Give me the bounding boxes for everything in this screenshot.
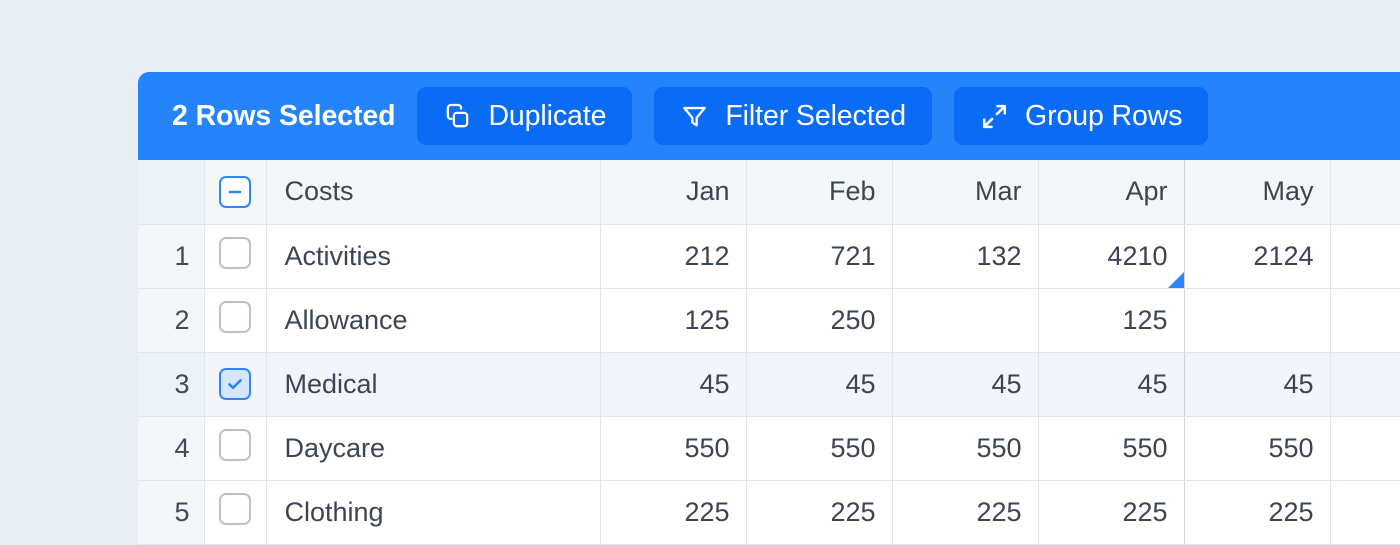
cell-mar[interactable]: 132 — [892, 224, 1039, 289]
group-rows-button[interactable]: Group Rows — [954, 87, 1209, 145]
cell-apr[interactable]: 225 — [1037, 480, 1185, 545]
cell-feb[interactable]: 45 — [746, 352, 893, 417]
row-number-header — [138, 160, 205, 225]
row-checkbox[interactable] — [219, 492, 251, 525]
row-select-cell[interactable] — [204, 352, 267, 417]
table-row[interactable]: 5 Clothing 225 225 225 225 225 — [138, 480, 1400, 545]
column-header-costs[interactable]: Costs — [266, 160, 601, 225]
fill-handle[interactable] — [1167, 271, 1183, 287]
column-header-extra[interactable] — [1330, 160, 1400, 225]
filter-selected-button[interactable]: Filter Selected — [654, 87, 933, 145]
row-number[interactable]: 2 — [138, 288, 205, 353]
cell-extra[interactable] — [1330, 288, 1400, 353]
selection-count-label: 2 Rows Selected — [172, 99, 396, 132]
cell-label[interactable]: Clothing — [266, 480, 601, 545]
filter-icon — [680, 102, 709, 131]
row-checkbox[interactable] — [219, 236, 251, 269]
row-select-cell[interactable] — [204, 480, 267, 545]
copy-icon — [443, 102, 472, 131]
row-checkbox[interactable] — [219, 367, 251, 400]
cell-feb[interactable]: 550 — [746, 416, 893, 481]
collapse-arrows-icon — [980, 102, 1009, 131]
header-row: Costs Jan Feb Mar Apr May — [138, 160, 1400, 225]
cell-label[interactable]: Activities — [266, 224, 601, 289]
cell-may[interactable]: 45 — [1184, 352, 1331, 417]
table-row[interactable]: 4 Daycare 550 550 550 550 550 — [138, 416, 1400, 481]
table-header: Costs Jan Feb Mar Apr May — [138, 160, 1400, 225]
cell-may[interactable]: 2124 — [1184, 224, 1331, 289]
column-header-jan[interactable]: Jan — [600, 160, 747, 225]
cell-jan[interactable]: 45 — [600, 352, 747, 417]
select-all-header[interactable] — [204, 160, 267, 225]
duplicate-button[interactable]: Duplicate — [417, 87, 633, 145]
cell-mar[interactable]: 225 — [892, 480, 1039, 545]
cell-apr[interactable]: 125 — [1037, 288, 1185, 353]
group-rows-button-label: Group Rows — [1025, 99, 1183, 132]
cell-may[interactable] — [1184, 288, 1331, 353]
cell-apr-active[interactable]: 4210 — [1037, 224, 1185, 289]
cell-extra[interactable] — [1330, 480, 1400, 545]
filter-selected-button-label: Filter Selected — [725, 99, 907, 132]
cell-feb[interactable]: 721 — [746, 224, 893, 289]
spreadsheet-grid: 2 Rows Selected Duplicate Filter Selecte… — [138, 72, 1400, 545]
cell-may[interactable]: 225 — [1184, 480, 1331, 545]
column-header-mar[interactable]: Mar — [892, 160, 1039, 225]
cell-label[interactable]: Allowance — [266, 288, 601, 353]
cell-may[interactable]: 550 — [1184, 416, 1331, 481]
cell-apr[interactable]: 550 — [1037, 416, 1185, 481]
table-row[interactable]: 2 Allowance 125 250 125 — [138, 288, 1400, 353]
active-cell-value: 4210 — [1107, 240, 1168, 271]
cell-extra[interactable] — [1330, 224, 1400, 289]
cell-jan[interactable]: 125 — [600, 288, 747, 353]
row-number[interactable]: 1 — [138, 224, 205, 289]
cell-mar[interactable]: 550 — [892, 416, 1039, 481]
table-row[interactable]: 1 Activities 212 721 132 4210 2124 — [138, 224, 1400, 289]
selection-toolbar: 2 Rows Selected Duplicate Filter Selecte… — [138, 72, 1400, 160]
row-select-cell[interactable] — [204, 288, 267, 353]
cell-mar[interactable]: 45 — [892, 352, 1039, 417]
cell-jan[interactable]: 550 — [600, 416, 747, 481]
column-header-feb[interactable]: Feb — [746, 160, 893, 225]
row-number[interactable]: 3 — [138, 352, 205, 417]
cell-label[interactable]: Daycare — [266, 416, 601, 481]
cell-feb[interactable]: 225 — [746, 480, 893, 545]
cell-apr[interactable]: 45 — [1037, 352, 1185, 417]
column-header-apr[interactable]: Apr — [1037, 160, 1185, 225]
row-select-cell[interactable] — [204, 416, 267, 481]
cell-label[interactable]: Medical — [266, 352, 601, 417]
select-all-checkbox[interactable] — [219, 175, 251, 208]
duplicate-button-label: Duplicate — [488, 99, 607, 132]
column-header-may[interactable]: May — [1184, 160, 1331, 225]
table-body: 1 Activities 212 721 132 4210 2124 2 All… — [138, 224, 1400, 545]
row-checkbox[interactable] — [219, 300, 251, 333]
cell-feb[interactable]: 250 — [746, 288, 893, 353]
cell-mar[interactable] — [892, 288, 1039, 353]
row-select-cell[interactable] — [204, 224, 267, 289]
cell-extra[interactable] — [1330, 416, 1400, 481]
row-checkbox[interactable] — [219, 428, 251, 461]
row-number[interactable]: 4 — [138, 416, 205, 481]
cell-jan[interactable]: 212 — [600, 224, 747, 289]
cell-extra[interactable] — [1330, 352, 1400, 417]
row-number[interactable]: 5 — [138, 480, 205, 545]
table-row[interactable]: 3 Medical 45 45 45 45 45 — [138, 352, 1400, 417]
cell-jan[interactable]: 225 — [600, 480, 747, 545]
costs-table: Costs Jan Feb Mar Apr May 1 Activities 2… — [138, 160, 1400, 545]
